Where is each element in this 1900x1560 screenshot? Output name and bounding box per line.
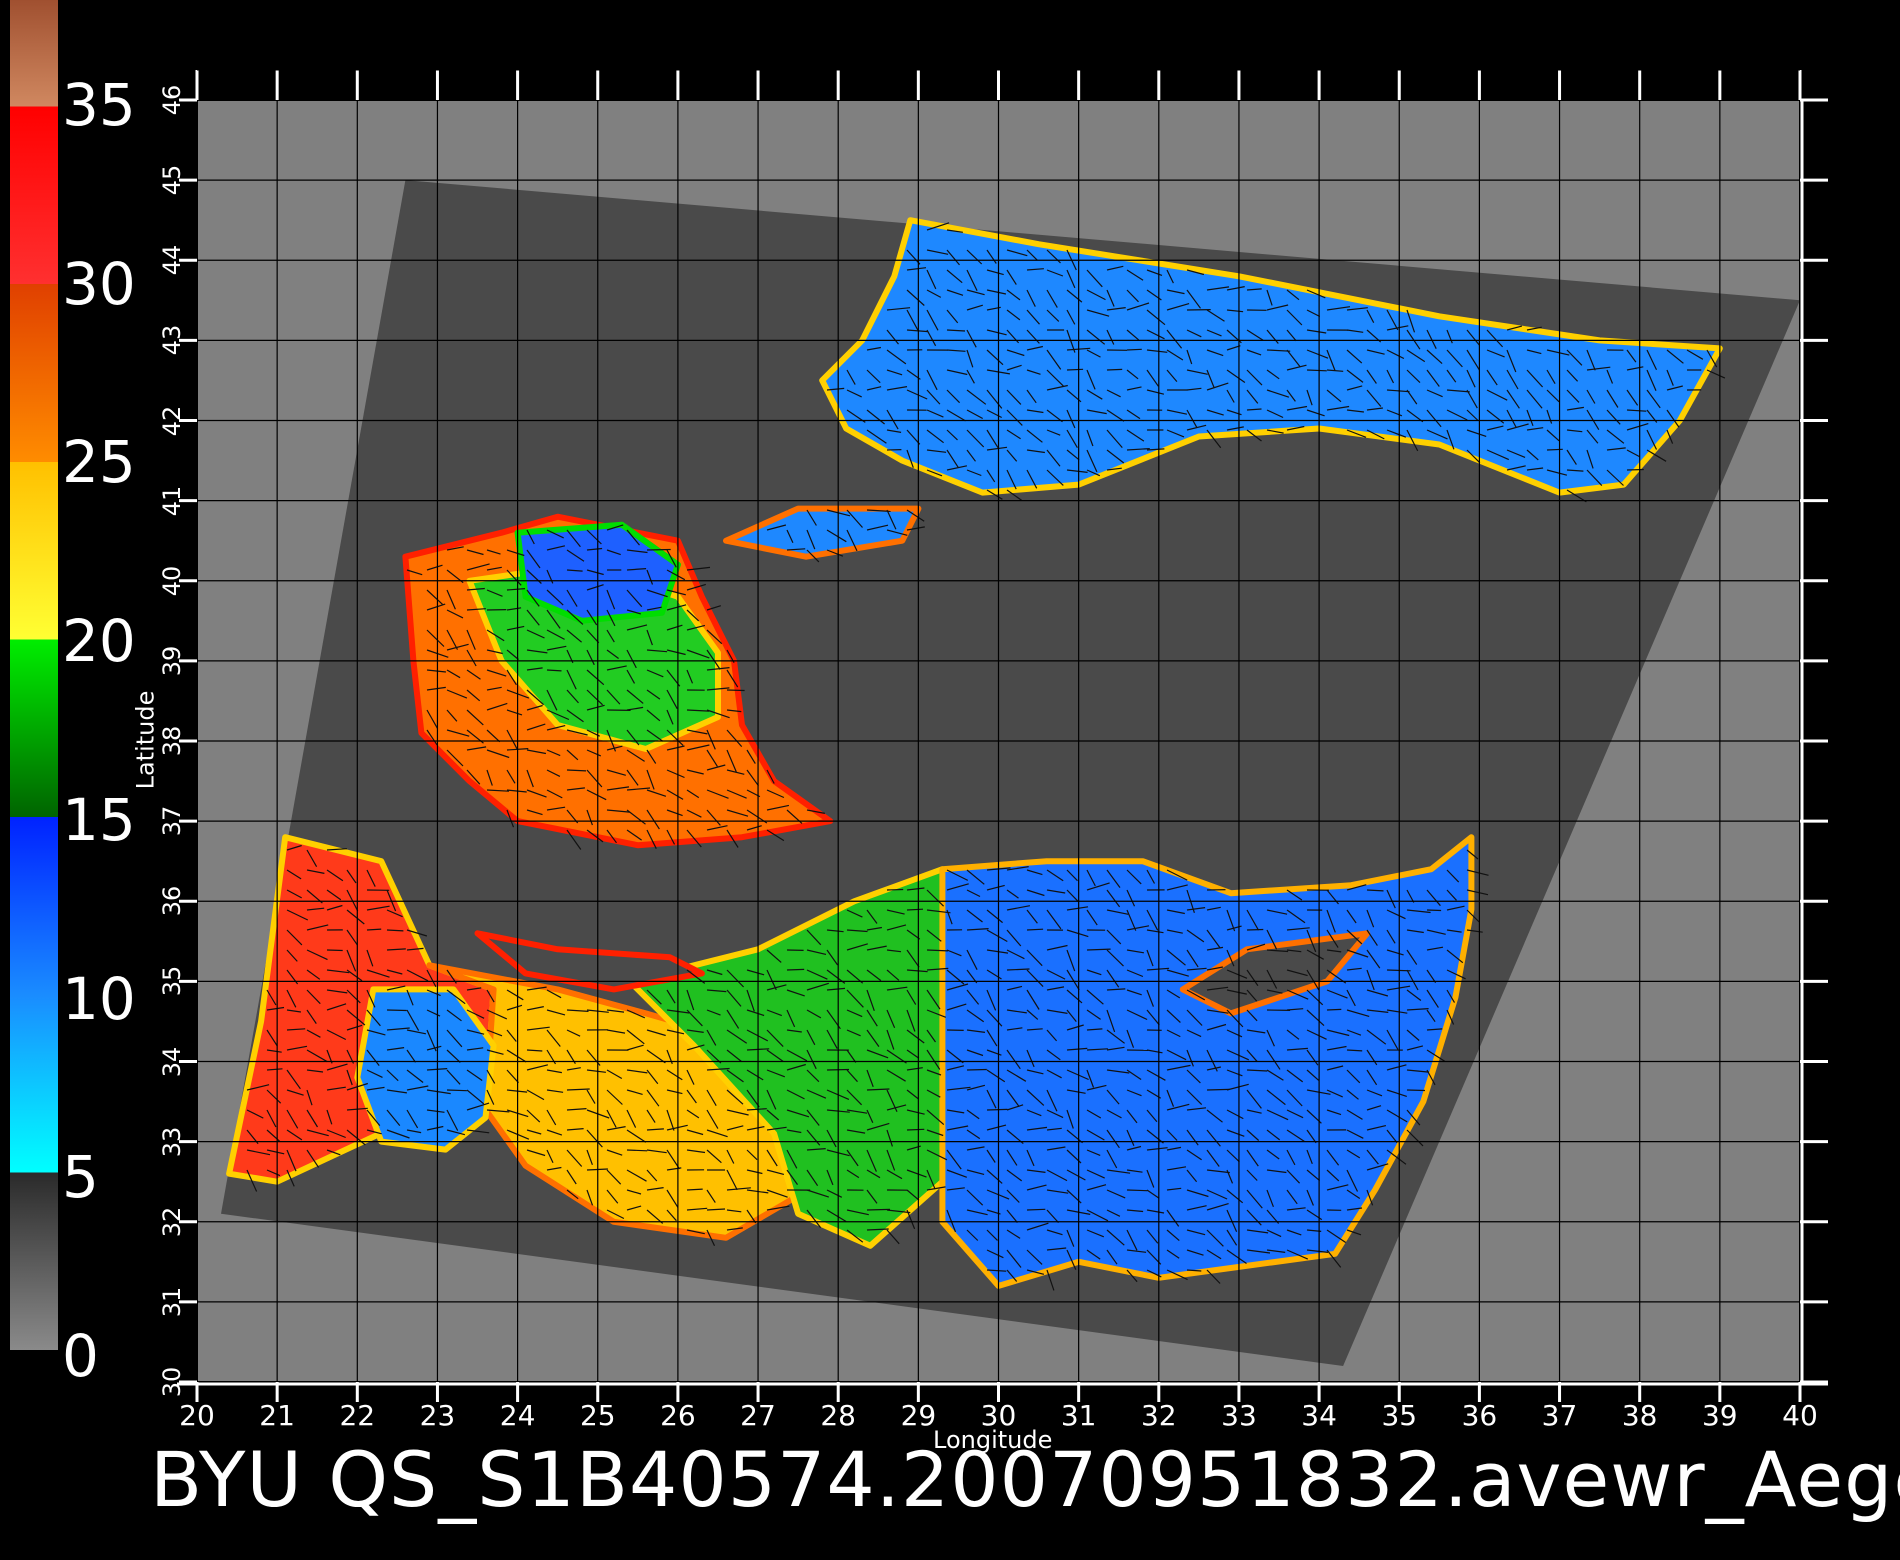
map-panel: [197, 100, 1800, 1382]
latitude-tick-label: 46: [158, 84, 186, 116]
wind-vector: [866, 1208, 891, 1211]
latitude-tick-label: 37: [158, 805, 186, 837]
latitude-tick-label: 42: [158, 405, 186, 436]
longitude-tick-label: 33: [1221, 1399, 1257, 1432]
longitude-tick-label: 32: [1140, 1399, 1177, 1432]
wind-vector: [446, 1089, 467, 1092]
wind-vector: [1206, 1088, 1230, 1091]
latitude-tick-label: 36: [158, 886, 186, 917]
longitude-tick-label: 39: [1701, 1399, 1738, 1432]
longitude-tick-label: 26: [660, 1399, 696, 1432]
longitude-tick-label: 31: [1060, 1399, 1097, 1432]
wind-vector: [1626, 468, 1644, 471]
longitude-tick-label: 37: [1541, 1399, 1578, 1432]
wind-vector: [1106, 368, 1123, 371]
colorbar-label: 30: [62, 250, 136, 318]
wind-vector: [1426, 909, 1442, 912]
latitude-tick-label: 40: [158, 565, 186, 597]
colorbar: [10, 0, 58, 1350]
wind-vector: [1546, 448, 1563, 451]
longitude-tick-label: 22: [339, 1399, 376, 1432]
latitude-tick-label: 32: [158, 1206, 186, 1238]
longitude-tick-label: 24: [499, 1399, 536, 1432]
longitude-tick-label: 21: [259, 1399, 295, 1432]
wind-vector: [786, 968, 805, 971]
wind-vector: [966, 1068, 987, 1071]
latitude-tick-label: 31: [158, 1286, 186, 1318]
latitude-tick-label: 30: [158, 1366, 186, 1398]
wind-vector: [326, 949, 343, 952]
latitude-tick-label: 39: [158, 645, 186, 677]
latitude-tick-label: 38: [158, 725, 186, 757]
colorbar-label: 15: [62, 786, 136, 854]
wind-vector: [1026, 928, 1044, 931]
wind-vector: [1326, 1008, 1342, 1011]
longitude-tick-label: 27: [740, 1399, 776, 1432]
longitude-tick-label: 34: [1301, 1399, 1337, 1432]
colorbar-label: 35: [62, 71, 136, 139]
latitude-tick-label: 34: [158, 1046, 186, 1077]
lat-lon-grid: [197, 100, 1800, 1382]
wind-vector: [1026, 1208, 1046, 1211]
latitude-tick-label: 43: [158, 325, 186, 356]
longitude-tick-label: 38: [1621, 1399, 1658, 1432]
wind-vector: [1126, 348, 1142, 351]
wind-vector: [886, 888, 904, 891]
colorbar-label: 25: [62, 428, 136, 496]
y-axis-title: Latitude: [131, 690, 160, 790]
colorbar-label: 20: [62, 607, 136, 675]
latitude-tick-label: 41: [158, 485, 186, 516]
wind-vector: [626, 1149, 648, 1152]
longitude-tick-label: 23: [419, 1399, 456, 1432]
wind-vector: [726, 689, 745, 692]
latitude-tick-label: 45: [158, 164, 186, 196]
wind-vector: [1246, 928, 1264, 931]
wind-vector: [906, 1128, 925, 1131]
colorbar-label: 5: [62, 1143, 99, 1211]
wind-vector: [1406, 1089, 1426, 1092]
wind-speed-map: [10, 0, 1828, 1402]
wind-vector: [1066, 368, 1084, 371]
wind-vector: [386, 1009, 407, 1012]
latitude-tick-label: 44: [158, 245, 186, 276]
wind-vector: [986, 1108, 1008, 1111]
caption-fragment: n: [0, 1442, 4, 1518]
longitude-tick-label: 40: [1782, 1399, 1818, 1432]
wind-vector: [906, 908, 924, 911]
longitude-tick-label: 36: [1461, 1399, 1498, 1432]
latitude-tick-label: 33: [158, 1126, 186, 1157]
image-caption: BYU QS_S1B40574.20070951832.avewr_Aegea: [150, 1435, 1900, 1524]
colorbar-label: 10: [62, 965, 136, 1033]
longitude-tick-label: 25: [579, 1399, 616, 1432]
wind-vector: [1126, 1189, 1148, 1192]
wind-vector: [1306, 369, 1327, 372]
latitude-tick-label: 35: [158, 966, 186, 997]
colorbar-label: 0: [62, 1322, 99, 1390]
longitude-tick-label: 35: [1381, 1399, 1418, 1432]
longitude-tick-label: 28: [820, 1399, 856, 1432]
